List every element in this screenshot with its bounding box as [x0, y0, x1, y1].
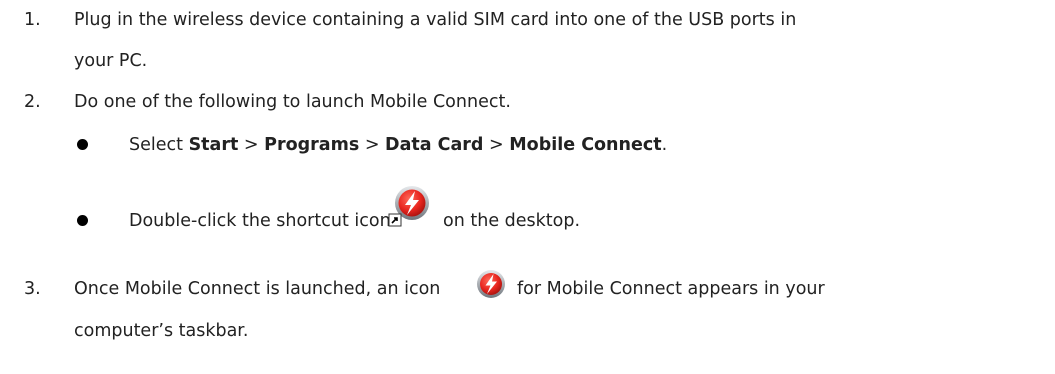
step-3-text-before-icon: Once Mobile Connect is launched, an icon — [74, 279, 441, 299]
bullet-dot — [77, 139, 88, 150]
menu-path-separator: > — [483, 135, 510, 155]
step-2-number: 2. — [24, 92, 41, 112]
step-3-text-line-2: computer’s taskbar. — [74, 321, 249, 341]
bullet-2-text-before-icon: Double-click the shortcut icon — [129, 211, 391, 231]
menu-path-programs: Programs — [264, 135, 360, 155]
step-1-text-line-2: your PC. — [74, 51, 148, 71]
step-3-number: 3. — [24, 279, 41, 299]
step-1-number: 1. — [24, 10, 41, 30]
mobile-connect-tray-icon — [474, 268, 508, 300]
bullet-1-text: Select Start > Programs > Data Card > Mo… — [129, 135, 667, 155]
bullet-1-suffix: . — [661, 135, 668, 155]
bullet-2-text-after-icon: on the desktop. — [443, 211, 581, 231]
menu-path-separator: > — [238, 135, 265, 155]
menu-path-data-card: Data Card — [385, 135, 484, 155]
step-3-text-after-icon: for Mobile Connect appears in your — [517, 279, 825, 299]
step-2-text: Do one of the following to launch Mobile… — [74, 92, 511, 112]
menu-path-mobile-connect: Mobile Connect — [509, 135, 662, 155]
step-1-text-line-1: Plug in the wireless device containing a… — [74, 10, 797, 30]
bullet-dot — [77, 215, 88, 226]
bullet-1-prefix: Select — [129, 135, 189, 155]
menu-path-start: Start — [188, 135, 239, 155]
menu-path-separator: > — [359, 135, 386, 155]
mobile-connect-shortcut-icon — [388, 184, 434, 228]
